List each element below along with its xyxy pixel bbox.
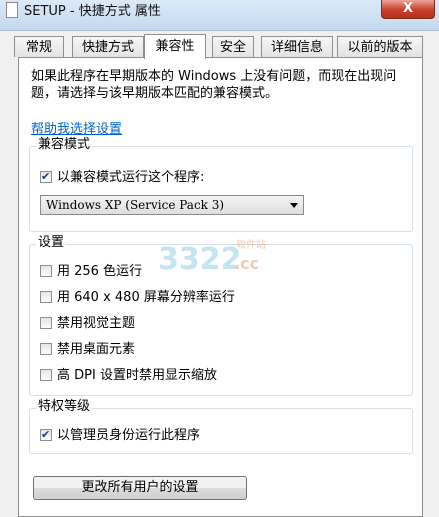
- compat-mode-checkbox-label: 以兼容模式运行这个程序:: [57, 170, 205, 185]
- help-choose-settings-link[interactable]: 帮助我选择设置: [31, 118, 122, 137]
- compat-mode-title: 兼容模式: [36, 137, 93, 153]
- tab-previous-versions[interactable]: 以前的版本: [337, 36, 423, 57]
- os-version-value: Windows XP (Service Pack 3): [46, 198, 225, 212]
- title-bar: SETUP - 快捷方式 属性 X: [0, 0, 439, 31]
- run-as-admin-label: 以管理员身份运行此程序: [57, 428, 201, 443]
- close-button[interactable]: X: [381, 0, 435, 19]
- tab-details[interactable]: 详细信息: [261, 36, 333, 57]
- chevron-down-icon: [290, 203, 298, 208]
- compat-mode-group: 兼容模式 以兼容模式运行这个程序: Windows XP (Service Pa…: [29, 137, 413, 232]
- tab-security[interactable]: 安全: [212, 36, 254, 57]
- settings-title: 设置: [36, 235, 67, 251]
- compatibility-description: 如果此程序在早期版本的 Windows 上没有问题，而现在出现问题，请选择与该早…: [31, 69, 397, 101]
- setting-disable-desktop-row[interactable]: 禁用桌面元素: [40, 341, 135, 359]
- run-as-admin-checkbox[interactable]: [40, 426, 52, 444]
- privilege-title: 特权等级: [36, 399, 93, 415]
- compatibility-panel: 如果此程序在早期版本的 Windows 上没有问题，而现在出现问题，请选择与该早…: [18, 57, 423, 517]
- compat-mode-checkbox[interactable]: [40, 168, 52, 186]
- setting-high-dpi-label: 高 DPI 设置时禁用显示缩放: [57, 368, 217, 383]
- close-icon: X: [402, 1, 414, 16]
- setting-high-dpi-row[interactable]: 高 DPI 设置时禁用显示缩放: [40, 367, 217, 385]
- setting-640x480-row[interactable]: 用 640 x 480 屏幕分辨率运行: [40, 289, 235, 307]
- os-version-select[interactable]: Windows XP (Service Pack 3): [40, 195, 304, 215]
- settings-group: 设置 用 256 色运行 用 640 x 480 屏幕分辨率运行 禁用视觉主题 …: [29, 235, 413, 396]
- compat-mode-checkbox-row[interactable]: 以兼容模式运行这个程序:: [40, 168, 205, 187]
- tab-general[interactable]: 常规: [14, 36, 64, 57]
- privilege-group: 特权等级 以管理员身份运行此程序: [29, 399, 413, 454]
- run-as-admin-row[interactable]: 以管理员身份运行此程序: [40, 426, 201, 445]
- setting-high-dpi-checkbox[interactable]: [40, 369, 52, 381]
- setting-disable-desktop-checkbox[interactable]: [40, 343, 52, 355]
- tab-compatibility[interactable]: 兼容性: [144, 34, 206, 59]
- window-title: SETUP - 快捷方式 属性: [24, 4, 161, 19]
- tab-shortcut[interactable]: 快捷方式: [72, 36, 144, 57]
- change-all-users-button[interactable]: 更改所有用户的设置: [33, 476, 247, 500]
- setting-256-colors-checkbox[interactable]: [40, 265, 52, 277]
- setting-256-colors-row[interactable]: 用 256 色运行: [40, 263, 142, 281]
- setting-256-colors-label: 用 256 色运行: [57, 264, 143, 279]
- setting-640x480-checkbox[interactable]: [40, 291, 52, 303]
- setting-disable-themes-label: 禁用视觉主题: [57, 316, 136, 331]
- setting-disable-themes-row[interactable]: 禁用视觉主题: [40, 315, 135, 333]
- setting-disable-desktop-label: 禁用桌面元素: [57, 342, 136, 357]
- tab-strip: 常规 快捷方式 兼容性 安全 详细信息 以前的版本: [14, 34, 424, 59]
- shortcut-file-icon: [6, 2, 18, 18]
- setting-disable-themes-checkbox[interactable]: [40, 317, 52, 329]
- setting-640x480-label: 用 640 x 480 屏幕分辨率运行: [57, 290, 235, 305]
